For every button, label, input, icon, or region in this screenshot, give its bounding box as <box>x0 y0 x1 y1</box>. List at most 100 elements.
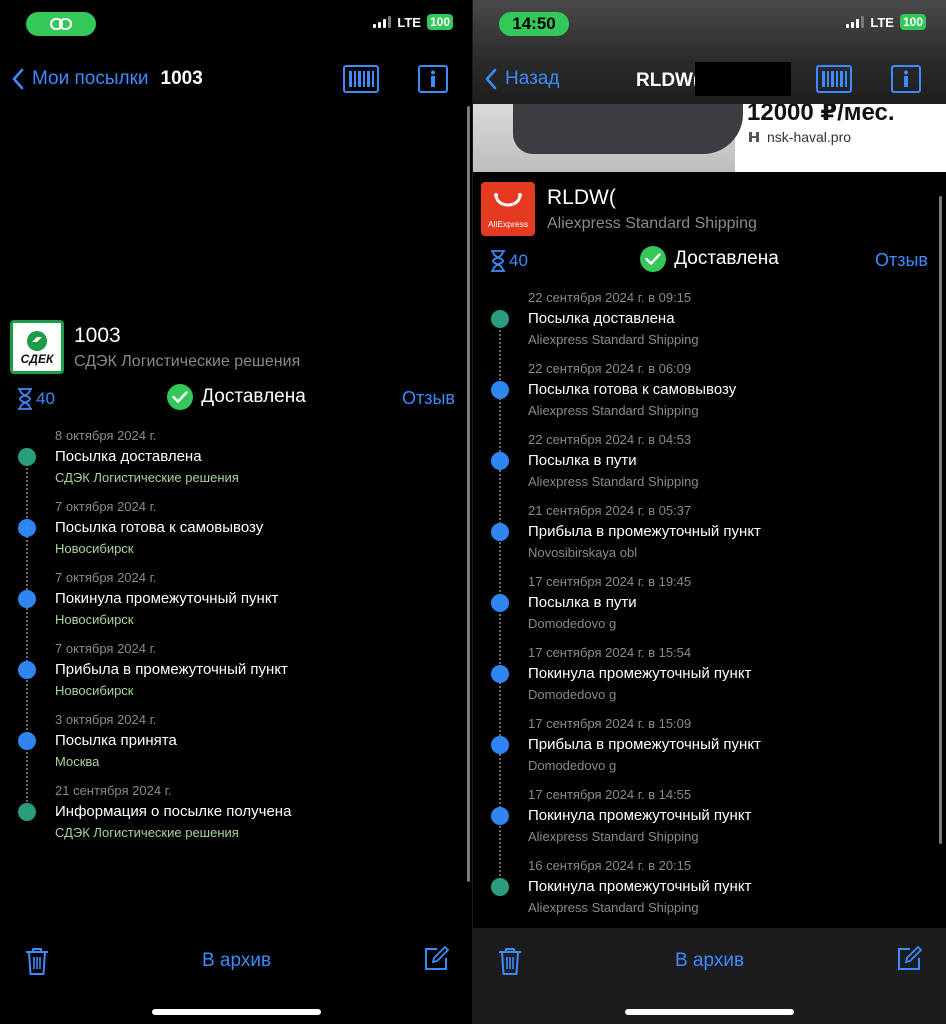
page-title: 1003 <box>160 68 203 89</box>
status-dot-icon <box>18 732 36 750</box>
status-text: Доставлена <box>674 248 779 269</box>
back-button[interactable]: Мои посылки 1003 <box>12 68 203 90</box>
status-dot-icon <box>491 807 509 825</box>
timeline-event: 7 октября 2024 г. Прибыла в промежуточный… <box>0 641 473 712</box>
event-location: Novosibirskaya obl <box>528 545 638 560</box>
timeline-event: 17 сентября 2024 г. в 19:45 Посылка в пут… <box>473 574 946 645</box>
event-date: 22 сентября 2024 г. в 04:53 <box>528 432 692 447</box>
link-icon[interactable] <box>26 12 96 36</box>
scrollbar[interactable] <box>467 106 470 882</box>
site-icon <box>749 132 759 142</box>
car-image <box>513 104 743 154</box>
event-location: Domodedovo g <box>528 616 617 631</box>
timeline-event: 8 октября 2024 г. Посылка доставлена СДЭК … <box>0 428 473 499</box>
event-location: СДЭК Логистические решения <box>55 825 239 840</box>
event-title: Посылка готова к самовывозу <box>55 519 264 536</box>
event-date: 3 октября 2024 г. <box>55 712 157 727</box>
edit-button[interactable] <box>896 945 923 977</box>
network-label: LTE <box>397 14 421 30</box>
event-date: 17 сентября 2024 г. в 14:55 <box>528 787 692 802</box>
status-dot-icon <box>491 665 509 683</box>
compose-icon <box>425 945 450 970</box>
ad-site: nsk-haval.pro <box>767 129 852 145</box>
event-location: СДЭК Логистические решения <box>55 470 239 485</box>
archive-button[interactable]: В архив <box>675 950 744 971</box>
edit-button[interactable] <box>423 945 450 977</box>
event-title: Информация о посылке получена <box>55 803 292 820</box>
summary-row: 40 Доставлена Отзыв <box>473 246 946 276</box>
event-location: Aliexpress Standard Shipping <box>528 900 699 915</box>
status-dot-icon <box>491 452 509 470</box>
back-button[interactable]: Назад <box>485 68 559 90</box>
bottom-toolbar: В архив <box>0 928 473 1024</box>
event-location: Aliexpress Standard Shipping <box>528 403 699 418</box>
event-title: Посылка доставлена <box>528 310 675 327</box>
battery-icon: 100 <box>426 14 453 30</box>
status-indicators: LTE 100 <box>373 14 453 30</box>
right-screen: 14:50 LTE 100 Назад RLDW( 12000 ₽/мес. n… <box>473 0 946 1024</box>
status-indicators: LTE 100 <box>846 14 926 30</box>
status-dot-icon <box>18 661 36 679</box>
status-dot-icon <box>18 590 36 608</box>
chevron-left-icon <box>12 68 24 90</box>
review-button[interactable]: Отзыв <box>402 388 455 409</box>
event-date: 17 сентября 2024 г. в 15:54 <box>528 645 692 660</box>
event-location: Aliexpress Standard Shipping <box>528 474 699 489</box>
event-location: Новосибирск <box>55 541 134 556</box>
info-icon <box>418 65 448 93</box>
timeline-event: 17 сентября 2024 г. в 15:54 Покинула пром… <box>473 645 946 716</box>
status-dot-icon <box>491 523 509 541</box>
svg-text:AliExpress: AliExpress <box>488 219 528 229</box>
event-title: Прибыла в промежуточный пункт <box>528 736 761 753</box>
package-header: AliExpress RLDW( Aliexpress Standard Shi… <box>481 182 936 238</box>
event-date: 7 октября 2024 г. <box>55 641 157 656</box>
event-location: Aliexpress Standard Shipping <box>528 332 699 347</box>
event-title: Покинула промежуточный пункт <box>528 807 752 824</box>
event-date: 17 сентября 2024 г. в 15:09 <box>528 716 692 731</box>
svg-text:СДЕК: СДЕК <box>21 352 55 366</box>
event-title: Посылка принята <box>55 732 177 749</box>
timeline-event: 17 сентября 2024 г. в 15:09 Прибыла в про… <box>473 716 946 787</box>
event-location: Domodedovo g <box>528 758 617 773</box>
status-dot-icon <box>18 803 36 821</box>
ad-price: 12000 ₽/мес. <box>747 104 895 126</box>
info-button[interactable] <box>888 64 924 94</box>
timeline-event: 22 сентября 2024 г. в 06:09 Посылка готов… <box>473 361 946 432</box>
ad-banner[interactable]: 12000 ₽/мес. nsk-haval.pro <box>473 104 946 172</box>
info-button[interactable] <box>415 64 451 94</box>
network-label: LTE <box>870 14 894 30</box>
scrollbar[interactable] <box>939 196 942 844</box>
nav-bar: Мои посылки 1003 <box>0 60 473 100</box>
package-id: 1003 <box>74 324 121 347</box>
page-title: RLDW( <box>636 70 700 91</box>
battery-icon: 100 <box>899 14 926 30</box>
status-dot-icon <box>491 736 509 754</box>
archive-button[interactable]: В архив <box>202 950 271 971</box>
time-pill[interactable]: 14:50 <box>499 12 569 36</box>
barcode-button[interactable] <box>343 64 379 94</box>
left-screen: LTE 100 Мои посылки 1003 СДЕК 1003 СДЭК … <box>0 0 473 1024</box>
ad-image <box>473 104 743 172</box>
compose-icon <box>898 945 923 970</box>
timeline-event: 22 сентября 2024 г. в 09:15 Посылка доста… <box>473 290 946 361</box>
status-text: Доставлена <box>201 386 306 407</box>
event-title: Посылка в пути <box>528 594 637 611</box>
checkmark-icon <box>167 384 194 410</box>
barcode-icon <box>343 65 379 93</box>
status-bar: 14:50 LTE 100 <box>473 12 946 36</box>
event-date: 7 октября 2024 г. <box>55 570 157 585</box>
event-date: 21 сентября 2024 г. <box>55 783 172 798</box>
status-dot-icon <box>491 310 509 328</box>
event-date: 7 октября 2024 г. <box>55 499 157 514</box>
redaction-box <box>695 62 791 96</box>
checkmark-icon <box>640 246 667 272</box>
status-dot-icon <box>18 519 36 537</box>
home-indicator <box>625 1009 794 1015</box>
event-title: Прибыла в промежуточный пункт <box>55 661 288 678</box>
signal-icon <box>846 16 865 28</box>
barcode-button[interactable] <box>816 64 852 94</box>
event-location: Новосибирск <box>55 612 134 627</box>
event-title: Покинула промежуточный пункт <box>528 665 752 682</box>
status-dot-icon <box>491 381 509 399</box>
review-button[interactable]: Отзыв <box>875 250 928 271</box>
